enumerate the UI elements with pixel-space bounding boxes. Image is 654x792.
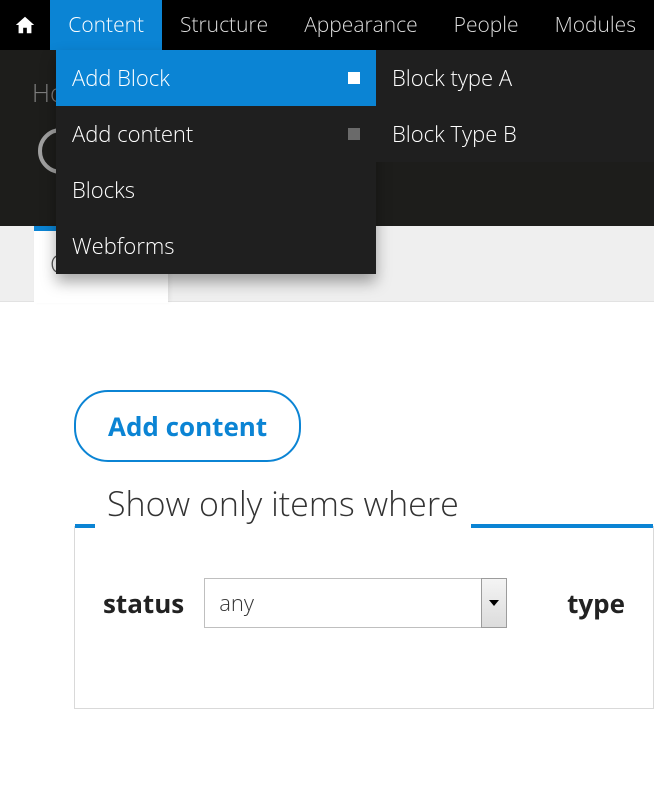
dropdown-label: Blocks <box>72 175 135 205</box>
type-label: type <box>567 585 625 621</box>
content-dropdown: Add Block Add content Blocks Webforms <box>56 50 376 274</box>
dropdown-item-add-block[interactable]: Add Block <box>56 50 376 106</box>
toolbar-item-structure[interactable]: Structure <box>162 0 286 50</box>
submenu-indicator-icon <box>348 128 360 140</box>
dropdown-label: Add Block <box>72 63 170 93</box>
dropdown-label: Add content <box>72 119 193 149</box>
content-submenu: Block type A Block Type B <box>376 50 654 162</box>
toolbar-item-content[interactable]: Content <box>50 0 162 50</box>
toolbar-label: Appearance <box>304 11 417 39</box>
status-value: any <box>219 588 254 618</box>
submenu-label: Block type A <box>392 63 512 93</box>
content-area: Add content Show only items where status… <box>0 302 654 709</box>
status-label: status <box>103 585 184 621</box>
dropdown-item-add-content[interactable]: Add content <box>56 106 376 162</box>
toolbar-label: People <box>454 11 519 39</box>
chevron-down-icon[interactable] <box>481 578 507 628</box>
submenu-indicator-icon <box>348 72 360 84</box>
dropdown-item-blocks[interactable]: Blocks <box>56 162 376 218</box>
status-select[interactable]: any <box>204 578 507 628</box>
legend-line-right <box>471 524 653 528</box>
button-label: Add content <box>108 408 267 444</box>
submenu-item-block-type-b[interactable]: Block Type B <box>376 106 654 162</box>
submenu-item-block-type-a[interactable]: Block type A <box>376 50 654 106</box>
add-content-button[interactable]: Add content <box>74 390 301 462</box>
toolbar-label: Content <box>68 11 144 39</box>
home-icon[interactable] <box>0 0 50 50</box>
submenu-label: Block Type B <box>392 119 517 149</box>
toolbar-item-modules[interactable]: Modules <box>537 0 654 50</box>
legend-line-left <box>75 524 95 528</box>
filter-fieldset: Show only items where status any type <box>74 526 654 709</box>
toolbar-item-appearance[interactable]: Appearance <box>286 0 435 50</box>
fieldset-legend: Show only items where <box>95 480 471 526</box>
admin-toolbar: Content Structure Appearance People Modu… <box>0 0 654 50</box>
filter-row: status any type <box>103 578 625 628</box>
toolbar-item-people[interactable]: People <box>436 0 537 50</box>
dropdown-label: Webforms <box>72 231 175 261</box>
toolbar-label: Modules <box>555 11 636 39</box>
toolbar-label: Structure <box>180 11 268 39</box>
dropdown-item-webforms[interactable]: Webforms <box>56 218 376 274</box>
